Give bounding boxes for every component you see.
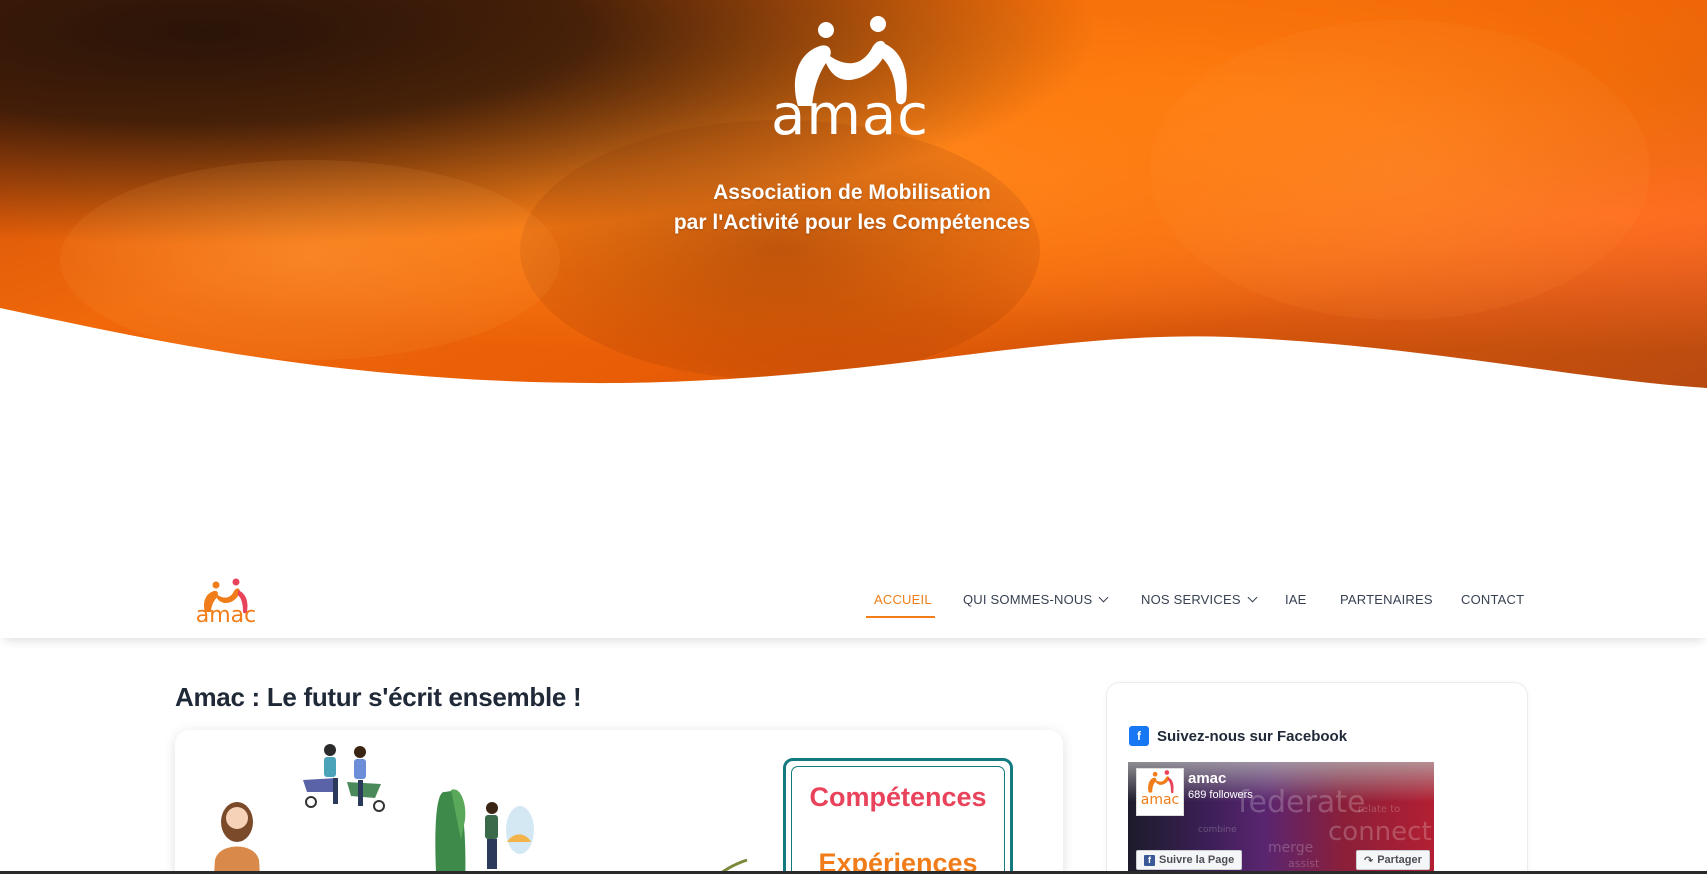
nav-item-nos-services[interactable]: NOS SERVICES	[1141, 592, 1258, 607]
nav-logo-wordmark: amac	[195, 603, 257, 628]
nav-item-label: PARTENAIRES	[1340, 592, 1433, 607]
nav-item-label: CONTACT	[1461, 592, 1525, 607]
tagline-line-1: Association de Mobilisation	[713, 181, 991, 204]
svg-text:merge: merge	[1268, 840, 1313, 856]
hero-tagline: Association de Mobilisation par l'Activi…	[600, 178, 1104, 238]
facebook-icon: f	[1129, 726, 1149, 746]
facebook-page-name[interactable]: amac	[1188, 770, 1226, 787]
facebook-mini-icon: f	[1144, 854, 1155, 866]
facebook-page-embed[interactable]: federate connect merge relate to combine…	[1128, 762, 1434, 874]
nav-item-label: QUI SOMMES-NOUS	[963, 592, 1093, 607]
nav-item-iae[interactable]: IAE	[1285, 592, 1307, 607]
facebook-widget-heading: f Suivez-nous sur Facebook	[1129, 726, 1347, 746]
svg-text:connect: connect	[1328, 817, 1432, 847]
badge-word-competences: Compétences	[809, 782, 987, 812]
nav-item-contact[interactable]: CONTACT	[1461, 592, 1524, 607]
nav-item-label: ACCUEIL	[874, 592, 932, 607]
svg-text:combine: combine	[1198, 825, 1237, 835]
tagline-line-2: par l'Activité pour les Compétences	[673, 211, 1031, 234]
nav-active-indicator	[866, 616, 935, 618]
hero-banner: amac Association de Mobilisation par l'A…	[0, 0, 1707, 390]
follow-button-label: Suivre la Page	[1159, 854, 1235, 866]
feature-image-card: Compétences Expériences	[175, 730, 1063, 874]
facebook-followers-count: 689 followers	[1188, 789, 1253, 801]
nav-item-label: IAE	[1285, 592, 1307, 607]
nav-item-partenaires[interactable]: PARTENAIRES	[1340, 592, 1433, 607]
page-title: Amac : Le futur s'écrit ensemble !	[175, 682, 582, 712]
svg-text:relate to: relate to	[1358, 804, 1400, 815]
svg-text:assist: assist	[1288, 857, 1320, 870]
nav-item-accueil[interactable]: ACCUEIL	[874, 592, 932, 607]
share-arrow-icon: ↷	[1364, 854, 1374, 867]
facebook-share-button[interactable]: ↷ Partager	[1356, 850, 1430, 870]
main-navbar: amac ACCUEIL QUI SOMMES-NOUS NOS SERVICE…	[0, 568, 1707, 638]
nav-item-qui-sommes-nous[interactable]: QUI SOMMES-NOUS	[963, 592, 1109, 607]
facebook-avatar-wordmark: amac	[1140, 792, 1180, 808]
nav-item-label: NOS SERVICES	[1141, 592, 1241, 607]
facebook-heading-text: Suivez-nous sur Facebook	[1157, 727, 1348, 745]
chevron-down-icon	[1247, 592, 1258, 603]
hero-logo-wordmark: amac	[771, 83, 929, 148]
facebook-follow-button[interactable]: f Suivre la Page	[1136, 850, 1243, 870]
chevron-down-icon	[1098, 592, 1109, 603]
share-button-label: Partager	[1377, 854, 1422, 866]
